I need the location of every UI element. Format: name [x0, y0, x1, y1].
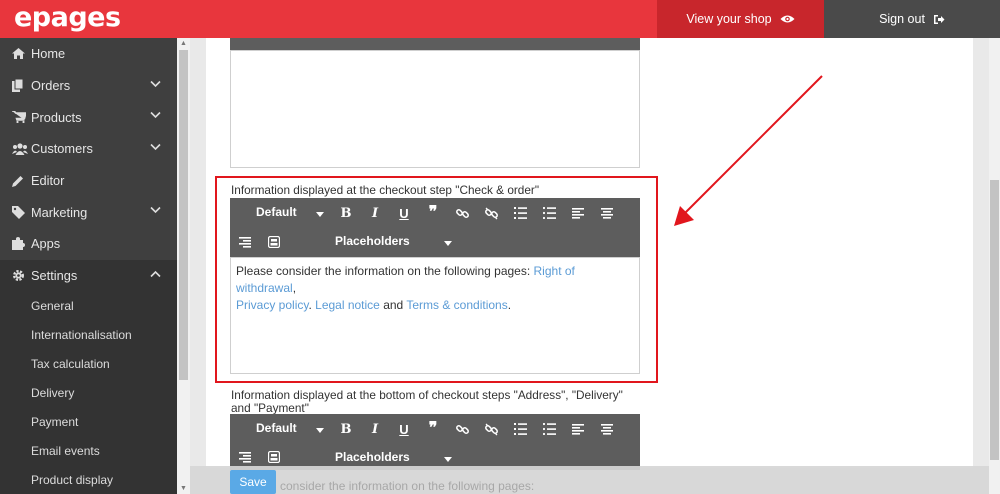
highlight-box — [215, 176, 658, 383]
editor-content-area[interactable] — [230, 50, 640, 168]
sidebar: Home Orders Products Customers Editor Ma… — [0, 38, 177, 494]
puzzle-icon — [12, 237, 30, 251]
sidebar-subitem-tax-calculation[interactable]: Tax calculation — [0, 349, 177, 379]
sidebar-item-marketing[interactable]: Marketing — [0, 196, 177, 228]
link-icon[interactable] — [453, 420, 471, 438]
placeholders-label: Placeholders — [335, 450, 410, 464]
view-shop-button[interactable]: View your shop — [657, 0, 824, 38]
sidebar-item-apps[interactable]: Apps — [0, 228, 177, 260]
bullet-list-icon[interactable] — [540, 420, 558, 438]
sidebar-item-label: Apps — [31, 236, 61, 252]
quote-icon[interactable]: ❞ — [424, 419, 442, 437]
sidebar-item-label: Customers — [31, 141, 93, 157]
sidebar-subitem-email-events[interactable]: Email events — [0, 436, 177, 466]
chevron-up-icon — [150, 270, 161, 277]
editor-toolbar — [230, 38, 640, 50]
scrollbar-thumb[interactable] — [179, 50, 188, 380]
sidebar-item-label: Orders — [31, 78, 71, 94]
home-icon — [12, 48, 30, 60]
underline-icon[interactable]: U — [395, 420, 413, 438]
italic-icon[interactable]: I — [366, 420, 384, 438]
sidebar-item-home[interactable]: Home — [0, 38, 177, 70]
style-dropdown-value: Default — [256, 421, 297, 435]
annotation-arrow — [674, 75, 823, 226]
sidebar-item-label: Editor — [31, 173, 65, 189]
sidebar-item-label: Settings — [31, 268, 78, 284]
window-scrollbar-thumb[interactable] — [990, 180, 999, 460]
sidebar-item-label: Marketing — [31, 204, 88, 220]
sign-out-icon — [933, 14, 945, 24]
save-button[interactable]: Save — [230, 470, 276, 494]
align-left-icon[interactable] — [569, 420, 587, 438]
sidebar-item-settings[interactable]: Settings — [0, 259, 177, 292]
unlink-icon[interactable] — [482, 420, 500, 438]
sidebar-item-label: Home — [31, 46, 66, 62]
style-dropdown[interactable]: Default — [256, 421, 297, 435]
sidebar-item-customers[interactable]: Customers — [0, 133, 177, 165]
sidebar-item-editor[interactable]: Editor — [0, 165, 177, 197]
sidebar-subitem-internationalisation[interactable]: Internationalisation — [0, 320, 177, 350]
view-shop-label: View your shop — [686, 12, 772, 26]
caret-down-icon — [444, 457, 452, 462]
chevron-down-icon — [150, 207, 161, 214]
sidebar-subitem-general[interactable]: General — [0, 291, 177, 321]
chevron-down-icon — [150, 143, 161, 151]
editor-content-text-obscured: consider the information on the followin… — [280, 479, 535, 493]
sidebar-item-products[interactable]: Products — [0, 101, 177, 133]
align-center-icon[interactable] — [598, 420, 616, 438]
numbered-list-icon[interactable] — [511, 420, 529, 438]
sign-out-button[interactable]: Sign out — [824, 0, 1000, 38]
cart-icon — [12, 111, 30, 124]
sidebar-subitem-payment[interactable]: Payment — [0, 407, 177, 437]
bold-icon[interactable]: B — [337, 420, 355, 438]
logo[interactable]: epages — [14, 2, 121, 33]
users-icon — [12, 143, 30, 155]
sidebar-subitem-product-display[interactable]: Product display — [0, 465, 177, 494]
sidebar-subitem-delivery[interactable]: Delivery — [0, 378, 177, 408]
placeholders-dropdown[interactable]: Placeholders — [335, 450, 410, 464]
sign-out-label: Sign out — [879, 12, 925, 26]
align-right-icon[interactable] — [236, 448, 254, 466]
tag-icon — [12, 205, 30, 219]
eye-icon — [780, 15, 795, 23]
pencil-icon — [12, 175, 30, 187]
chevron-down-icon — [150, 80, 161, 87]
orders-icon — [12, 79, 30, 93]
caret-down-icon — [316, 428, 324, 433]
image-icon[interactable] — [265, 448, 283, 466]
editor-label: Information displayed at the bottom of c… — [231, 388, 623, 415]
sidebar-item-label: Products — [31, 109, 82, 125]
chevron-down-icon — [150, 112, 161, 119]
editor-toolbar: Default B I U ❞ Placeholders — [230, 414, 640, 470]
gear-icon — [12, 269, 30, 282]
sidebar-item-orders[interactable]: Orders — [0, 70, 177, 102]
scroll-up-arrow-icon[interactable]: ▲ — [180, 40, 187, 47]
scroll-down-arrow-icon[interactable]: ▼ — [180, 485, 187, 492]
